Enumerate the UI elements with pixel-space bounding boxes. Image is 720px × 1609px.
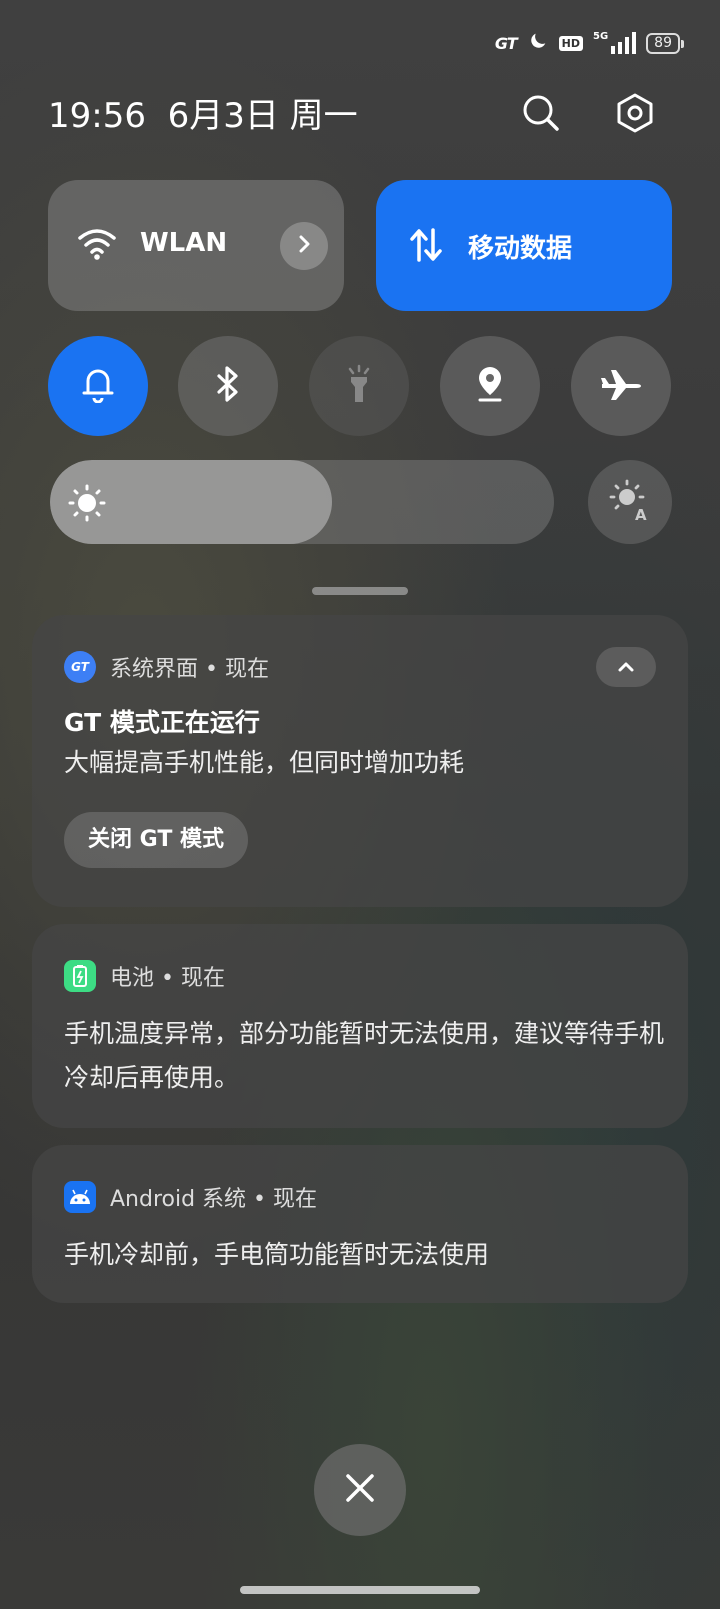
moon-icon	[527, 30, 549, 56]
notification-app-name: 系统界面 • 现在	[110, 657, 269, 682]
airplane-icon	[600, 367, 642, 405]
ring-mode-toggle[interactable]	[48, 336, 148, 436]
notification-app-line: 电池 • 现在	[64, 960, 225, 992]
airplane-mode-toggle[interactable]	[571, 336, 671, 436]
search-icon[interactable]	[516, 88, 566, 138]
notification-app-name: Android 系统 • 现在	[110, 1187, 318, 1212]
auto-brightness-toggle[interactable]: A	[588, 460, 672, 544]
panel-drag-handle[interactable]	[312, 587, 408, 595]
settings-icon[interactable]	[610, 88, 660, 138]
close-gt-mode-button[interactable]: 关闭 GT 模式	[64, 812, 248, 868]
android-app-icon	[64, 1181, 96, 1213]
signal-icon: 5G	[593, 31, 637, 54]
clear-all-notifications-button[interactable]	[314, 1444, 406, 1536]
gt-icon: GT	[494, 33, 518, 53]
chevron-right-icon	[295, 235, 313, 257]
battery-icon: 89	[646, 32, 684, 54]
notification-text: 手机冷却前，手电筒功能暂时无法使用	[64, 1240, 490, 1269]
notification-text: 大幅提高手机性能，但同时增加功耗	[64, 748, 465, 777]
home-indicator[interactable]	[240, 1586, 480, 1594]
data-transfer-icon	[410, 228, 442, 266]
location-toggle[interactable]	[440, 336, 540, 436]
auto-brightness-icon: A	[608, 478, 652, 526]
battery-app-icon	[64, 960, 96, 992]
chevron-up-icon	[617, 658, 635, 677]
mobile-data-label: 移动数据	[468, 234, 573, 264]
clock-time: 19:56	[48, 96, 146, 136]
status-bar: GT HD 5G 89	[494, 28, 684, 58]
location-pin-icon	[475, 365, 505, 407]
hd-icon: HD	[558, 35, 583, 51]
bluetooth-toggle[interactable]	[178, 336, 278, 436]
brightness-slider[interactable]	[50, 460, 554, 544]
bluetooth-icon	[214, 365, 242, 407]
notification-text: 手机温度异常，部分功能暂时无法使用，建议等待手机冷却后再使用。	[64, 1019, 665, 1092]
notification-collapse-button[interactable]	[596, 647, 656, 687]
svg-text:A: A	[635, 506, 647, 522]
notification-app-line: GT 系统界面 • 现在	[64, 651, 269, 683]
flashlight-icon	[344, 364, 374, 408]
wlan-detail-button[interactable]	[280, 222, 328, 270]
close-icon	[345, 1473, 375, 1507]
notification-card-android[interactable]: Android 系统 • 现在 手机冷却前，手电筒功能暂时无法使用	[32, 1145, 688, 1303]
wifi-icon	[78, 226, 116, 264]
mobile-data-tile[interactable]: 移动数据	[376, 180, 672, 311]
notification-card-battery[interactable]: 电池 • 现在 手机温度异常，部分功能暂时无法使用，建议等待手机冷却后再使用。	[32, 924, 688, 1128]
notification-app-name: 电池 • 现在	[110, 966, 225, 991]
network-type-label: 5G	[593, 31, 609, 42]
date-label: 6月3日 周一	[167, 96, 358, 136]
notification-title: GT 模式正在运行	[64, 708, 260, 737]
flashlight-toggle[interactable]	[309, 336, 409, 436]
wlan-tile[interactable]: WLAN	[48, 180, 344, 311]
notification-card-gt-mode[interactable]: GT 系统界面 • 现在 GT 模式正在运行 大幅提高手机性能，但同时增加功耗 …	[32, 615, 688, 907]
gt-app-badge: GT	[71, 660, 89, 674]
wlan-label: WLAN	[140, 228, 228, 258]
bell-icon	[80, 365, 116, 407]
date-time: 19:56 6月3日 周一	[48, 88, 358, 137]
sun-icon	[68, 484, 106, 526]
notification-app-line: Android 系统 • 现在	[64, 1181, 317, 1213]
gt-app-icon: GT	[64, 651, 96, 683]
